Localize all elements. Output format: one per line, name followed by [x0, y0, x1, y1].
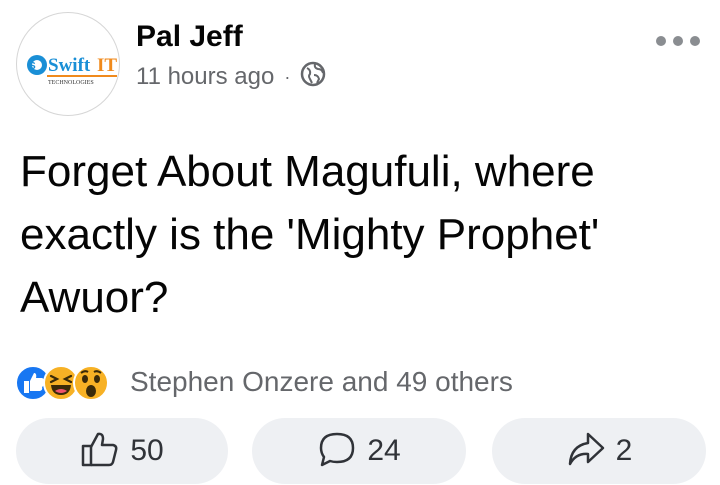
comment-count: 24 [367, 434, 401, 467]
avatar[interactable]: S Swift IT TECHNOLOGIES [16, 12, 120, 116]
more-options-icon[interactable] [656, 32, 700, 50]
share-count: 2 [615, 434, 633, 467]
thumbs-up-icon [80, 430, 120, 473]
like-button[interactable]: 50 [16, 418, 228, 484]
wow-reaction-icon [73, 365, 109, 401]
svg-text:S: S [29, 61, 36, 72]
post-header: S Swift IT TECHNOLOGIES Pal Jeff 11 hour… [16, 12, 706, 116]
like-count: 50 [130, 434, 164, 467]
globe-icon [300, 61, 326, 94]
post-timestamp[interactable]: 11 hours ago [136, 63, 274, 91]
post-text: Forget About Magufuli, where exactly is … [20, 147, 600, 322]
swiftit-logo: S Swift IT TECHNOLOGIES [27, 55, 117, 86]
meta-separator: · [284, 66, 291, 87]
comment-bubble-icon [317, 430, 357, 473]
comment-button[interactable]: 24 [252, 418, 466, 484]
reaction-icons [14, 362, 126, 402]
reactions-summary[interactable]: Stephen Onzere and 49 others [14, 362, 513, 402]
svg-text:IT: IT [97, 55, 117, 76]
svg-text:Swift: Swift [48, 55, 91, 76]
share-arrow-icon [566, 430, 606, 473]
reactors-text[interactable]: Stephen Onzere and 49 others [130, 366, 513, 398]
share-button[interactable]: 2 [492, 418, 706, 484]
post-meta: 11 hours ago · [136, 60, 326, 94]
author-name[interactable]: Pal Jeff [136, 20, 243, 54]
svg-text:TECHNOLOGIES: TECHNOLOGIES [48, 80, 94, 86]
